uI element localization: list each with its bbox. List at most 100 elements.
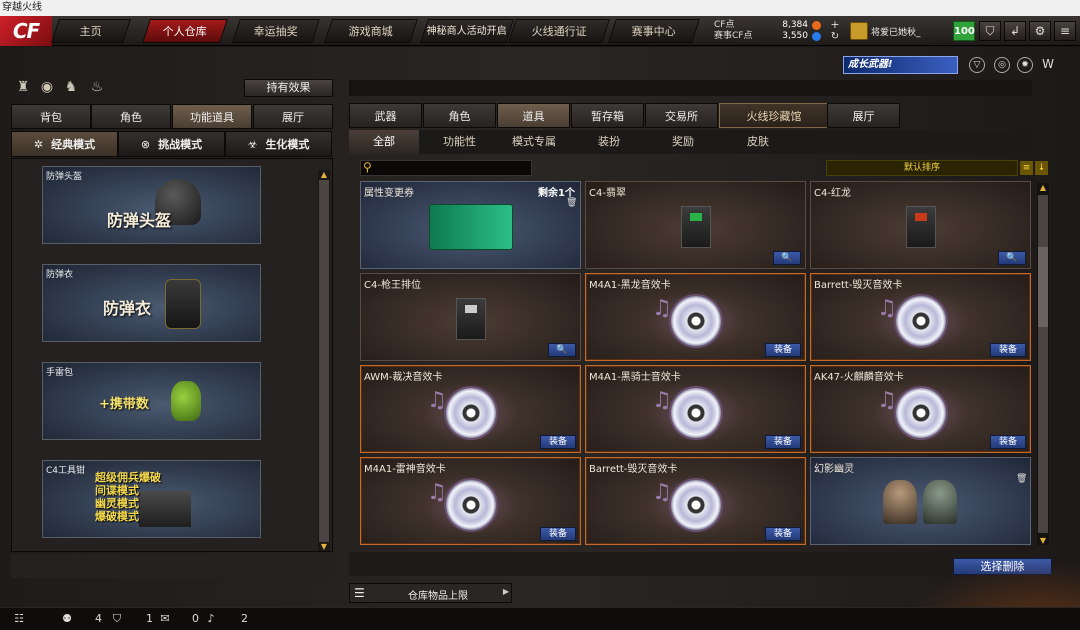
hold-effect-button[interactable]: 持有效果 (244, 79, 333, 97)
search-input[interactable]: ⚲ (360, 160, 532, 176)
item-card[interactable]: C4-枪王排位 🔍 (360, 273, 581, 361)
tab-collection-hall[interactable]: 火线珍藏馆 (719, 103, 829, 128)
badge-icon[interactable]: ▽ (969, 57, 985, 73)
tab-mall[interactable]: 游戏商城 (324, 19, 418, 43)
chat-icon[interactable]: ✉ (158, 612, 172, 626)
globe-icon[interactable]: ◎ (994, 57, 1010, 73)
tab-right-showroom[interactable]: 展厅 (827, 103, 900, 128)
list-view-icon[interactable]: ≡ (1020, 161, 1033, 175)
list-icon[interactable]: ☷ (12, 612, 26, 626)
sun-icon[interactable]: ✹ (1017, 57, 1033, 73)
mode-classic[interactable]: ✲ 经典模式 (11, 131, 118, 157)
disc-icon (446, 388, 496, 438)
item-card[interactable]: M4A1-雷神音效卡 ♫ 装备 (360, 457, 581, 545)
magnify-button[interactable]: 🔍 (773, 251, 801, 265)
subtab-mode-exclusive[interactable]: 模式专属 (512, 130, 556, 154)
scroll-up-icon[interactable]: ▲ (319, 170, 329, 179)
tab-home[interactable]: 主页 (51, 19, 131, 43)
scroll-up-icon[interactable]: ▲ (1038, 183, 1048, 192)
friends-icon[interactable]: ⚉ (60, 612, 74, 626)
magnify-button[interactable]: 🔍 (548, 343, 576, 357)
tab-character[interactable]: 角色 (91, 104, 171, 129)
eye-icon[interactable]: ◉ (38, 78, 56, 96)
item-card[interactable]: M4A1-黑骑士音效卡 ♫ 装备 (585, 365, 806, 453)
tab-exchange[interactable]: 交易所 (645, 103, 718, 128)
tab-weapons[interactable]: 武器 (349, 103, 422, 128)
tab-showroom[interactable]: 展厅 (253, 104, 333, 129)
select-delete-button[interactable]: 选择删除 (953, 558, 1052, 575)
scroll-down-icon[interactable]: ▼ (319, 542, 329, 551)
tab-backpack[interactable]: 背包 (11, 104, 91, 129)
item-card[interactable]: C4-翡翠 🔍 (585, 181, 806, 269)
left-scroll-thumb[interactable] (319, 180, 329, 542)
scroll-down-icon[interactable]: ▼ (1038, 536, 1048, 545)
shield-icon[interactable]: ⛉ (979, 21, 1001, 41)
equip-button[interactable]: 装备 (765, 435, 801, 449)
tab-mystery-merchant[interactable]: 神秘商人活动开启 (420, 19, 514, 43)
speaker-icon[interactable]: ♪ (204, 612, 218, 626)
sort-dropdown[interactable]: 默认排序 (826, 160, 1018, 176)
equip-button[interactable]: 装备 (990, 343, 1026, 357)
event-cf-value: 3,550 (782, 31, 808, 41)
cf-point-icon (812, 21, 821, 30)
item-card[interactable]: Barrett-毁灭音效卡 ♫ 装备 (585, 457, 806, 545)
equip-button[interactable]: 装备 (765, 527, 801, 541)
tab-event-center[interactable]: 赛事中心 (608, 19, 700, 43)
player-name[interactable]: 将爱已她秋_ (871, 25, 921, 38)
item-card[interactable]: AWM-裁决音效卡 ♫ 装备 (360, 365, 581, 453)
items-scroll-track (1038, 195, 1048, 533)
disc-icon (896, 388, 946, 438)
tab-items[interactable]: 道具 (497, 103, 570, 128)
back-icon[interactable]: ↲ (1004, 21, 1026, 41)
subtab-rewards[interactable]: 奖励 (672, 130, 694, 154)
chat-count: 0 (192, 612, 199, 625)
tab-lucky-draw[interactable]: 幸运抽奖 (232, 19, 320, 43)
event-cf-label: 赛事CF点 (714, 31, 753, 41)
status-bar: ☷ ⚉ 4 ⛉ 1 ✉ 0 ♪ 2 (0, 607, 1080, 630)
equip-button[interactable]: 装备 (765, 343, 801, 357)
c4-bomb-icon (681, 206, 711, 248)
tab-function-items[interactable]: 功能道具 (172, 104, 252, 129)
bag-icon[interactable]: ♨ (88, 78, 106, 96)
magnify-button[interactable]: 🔍 (998, 251, 1026, 265)
equip-button[interactable]: 装备 (540, 527, 576, 541)
item-card[interactable]: Barrett-毁灭音效卡 ♫ 装备 (810, 273, 1031, 361)
refresh-icon[interactable]: ↻ (828, 30, 842, 44)
growth-weapon-banner[interactable]: 成长武器! (843, 56, 958, 74)
capacity-bar[interactable]: ☰ 仓库物品上限 ▶ (349, 583, 512, 603)
mode-biochem[interactable]: ☣ 生化模式 (225, 131, 332, 157)
mode-challenge[interactable]: ⊗ 挑战模式 (118, 131, 225, 157)
item-card[interactable]: AK47-火麒麟音效卡 ♫ 装备 (810, 365, 1031, 453)
tab-storage-box[interactable]: 暂存箱 (571, 103, 644, 128)
slot-helmet[interactable]: 防弹头盔 防弹头盔 (42, 166, 261, 244)
tab-battle-pass[interactable]: 火线通行证 (508, 19, 610, 43)
equip-button[interactable]: 装备 (540, 435, 576, 449)
trash-icon[interactable]: 🗑 (1016, 474, 1027, 484)
subtab-skins[interactable]: 皮肤 (747, 130, 769, 154)
gear-icon[interactable]: ⚙ (1029, 21, 1051, 41)
slot-vest[interactable]: 防弹衣 防弹衣 (42, 264, 261, 342)
menu-icon[interactable]: ≡ (1054, 21, 1076, 41)
item-card[interactable]: 幻影幽灵 🗑 (810, 457, 1031, 545)
item-card[interactable]: C4-红龙 🔍 (810, 181, 1031, 269)
subtab-functional[interactable]: 功能性 (443, 130, 476, 154)
subtab-costume[interactable]: 装扮 (598, 130, 620, 154)
wing-icon[interactable]: W (1040, 57, 1056, 73)
items-scroll-thumb[interactable] (1038, 247, 1048, 327)
item-card[interactable]: M4A1-黑龙音效卡 ♫ 装备 (585, 273, 806, 361)
item-card[interactable]: 属性变更券 剩余1个 🗑 (360, 181, 581, 269)
team-shield-icon[interactable]: ⛉ (110, 612, 124, 626)
left-scrollbar[interactable]: ▲ ▼ (318, 170, 330, 551)
equip-button[interactable]: 装备 (990, 435, 1026, 449)
sort-order-icon[interactable]: ↓ (1035, 161, 1048, 175)
tab-roles[interactable]: 角色 (423, 103, 496, 128)
subtab-all[interactable]: 全部 (349, 130, 419, 154)
cf-logo[interactable]: CF (0, 16, 52, 46)
stats-icon[interactable]: ♜ (14, 78, 32, 96)
tab-warehouse[interactable]: 个人仓库 (142, 19, 228, 43)
slot-grenade-pack[interactable]: 手雷包 +携带数 (42, 362, 261, 440)
trash-icon[interactable]: 🗑 (566, 198, 577, 208)
items-scrollbar[interactable]: ▲ ▼ (1037, 183, 1049, 545)
figure-icon[interactable]: ♞ (62, 78, 80, 96)
slot-c4-pliers[interactable]: C4工具钳 超级佣兵爆破 间谍模式 幽灵模式 爆破模式 (42, 460, 261, 538)
